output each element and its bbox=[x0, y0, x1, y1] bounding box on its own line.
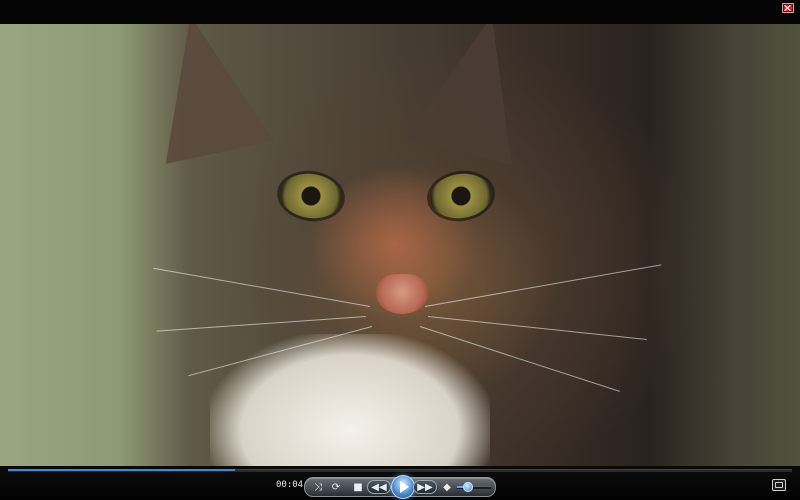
video-frame bbox=[0, 24, 800, 466]
whisker bbox=[153, 267, 371, 307]
seek-bar[interactable] bbox=[0, 466, 800, 474]
transport-pill: ⤨ ⟳ ■ ◀◀ ▶▶ ◆ bbox=[304, 475, 496, 499]
seek-track[interactable] bbox=[8, 469, 792, 472]
cat-eye-right bbox=[427, 169, 495, 223]
whisker bbox=[156, 316, 367, 332]
shuffle-icon[interactable]: ⤨ bbox=[311, 480, 325, 494]
previous-icon: ◀◀ bbox=[371, 481, 387, 493]
play-button[interactable] bbox=[391, 475, 415, 499]
cat-ear-right bbox=[404, 24, 546, 166]
repeat-icon[interactable]: ⟳ bbox=[329, 480, 343, 494]
close-button[interactable] bbox=[782, 3, 794, 13]
next-button[interactable]: ▶▶ bbox=[413, 480, 437, 494]
cat-chest bbox=[210, 334, 490, 466]
volume-slider[interactable] bbox=[457, 482, 491, 492]
next-icon: ▶▶ bbox=[417, 481, 433, 493]
speaker-icon[interactable]: ◆ bbox=[440, 480, 454, 494]
seek-progress bbox=[8, 469, 236, 471]
switch-to-library-icon[interactable] bbox=[772, 479, 786, 491]
cat-eye-left bbox=[277, 169, 345, 223]
stop-icon[interactable]: ■ bbox=[351, 480, 365, 494]
transport-controls: 00:04 ⤨ ⟳ ■ ◀◀ ▶▶ ◆ bbox=[0, 474, 800, 500]
previous-button[interactable]: ◀◀ bbox=[367, 480, 391, 494]
title-bar bbox=[0, 0, 800, 24]
cat-nose bbox=[376, 274, 428, 314]
cat-ear-left bbox=[136, 24, 274, 164]
current-time: 00:04 bbox=[276, 480, 304, 490]
whisker bbox=[424, 264, 662, 307]
volume-knob[interactable] bbox=[463, 482, 474, 492]
